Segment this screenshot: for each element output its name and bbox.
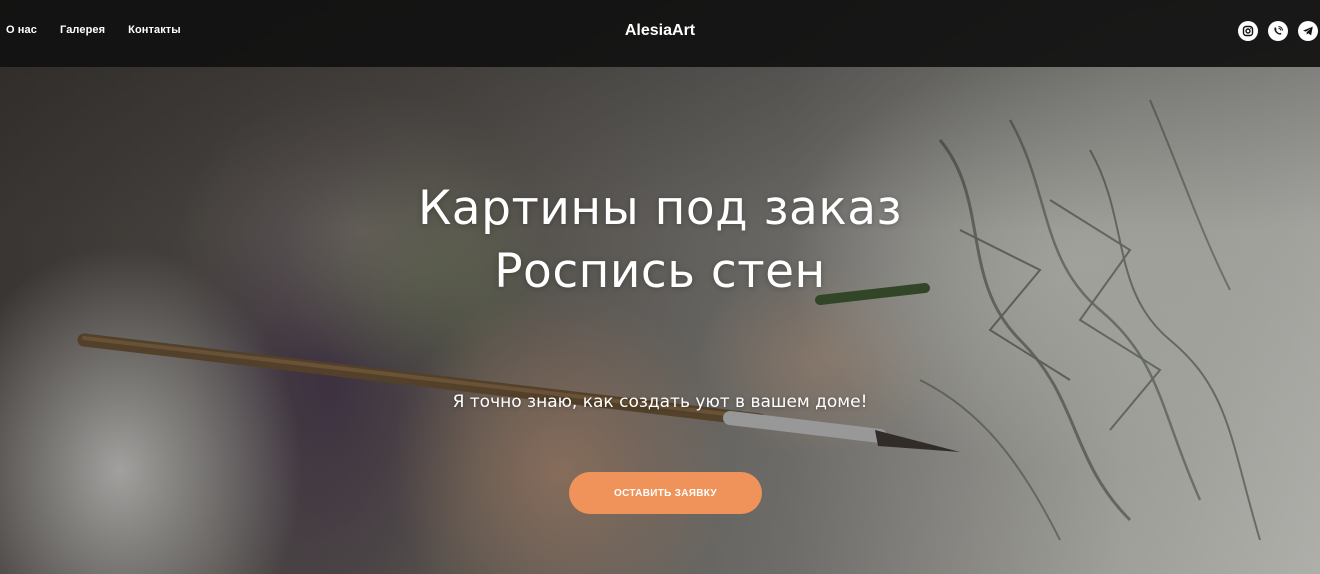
instagram-icon[interactable]: [1238, 21, 1258, 41]
hero-title-line-1: Картины под заказ: [417, 181, 903, 236]
site-logo-wrap: AlesiaArt: [0, 22, 1320, 40]
nav-link-about[interactable]: О нас: [6, 24, 37, 36]
site-logo[interactable]: AlesiaArt: [625, 22, 695, 39]
hero-title: Картины под заказ Роспись стен: [0, 177, 1320, 303]
main-nav: О нас Галерея Контакты: [6, 24, 181, 36]
site-header: О нас Галерея Контакты AlesiaArt: [0, 0, 1320, 67]
nav-link-gallery[interactable]: Галерея: [60, 24, 105, 36]
page: О нас Галерея Контакты AlesiaArt Картины…: [0, 0, 1320, 574]
nav-link-contacts[interactable]: Контакты: [128, 24, 181, 36]
hero-title-line-2: Роспись стен: [494, 244, 826, 299]
viber-icon[interactable]: [1268, 21, 1288, 41]
leave-request-button[interactable]: ОСТАВИТЬ ЗАЯВКУ: [569, 472, 762, 514]
telegram-icon[interactable]: [1298, 21, 1318, 41]
hero-subtitle: Я точно знаю, как создать уют в вашем до…: [452, 392, 868, 412]
social-links: [1238, 21, 1318, 41]
